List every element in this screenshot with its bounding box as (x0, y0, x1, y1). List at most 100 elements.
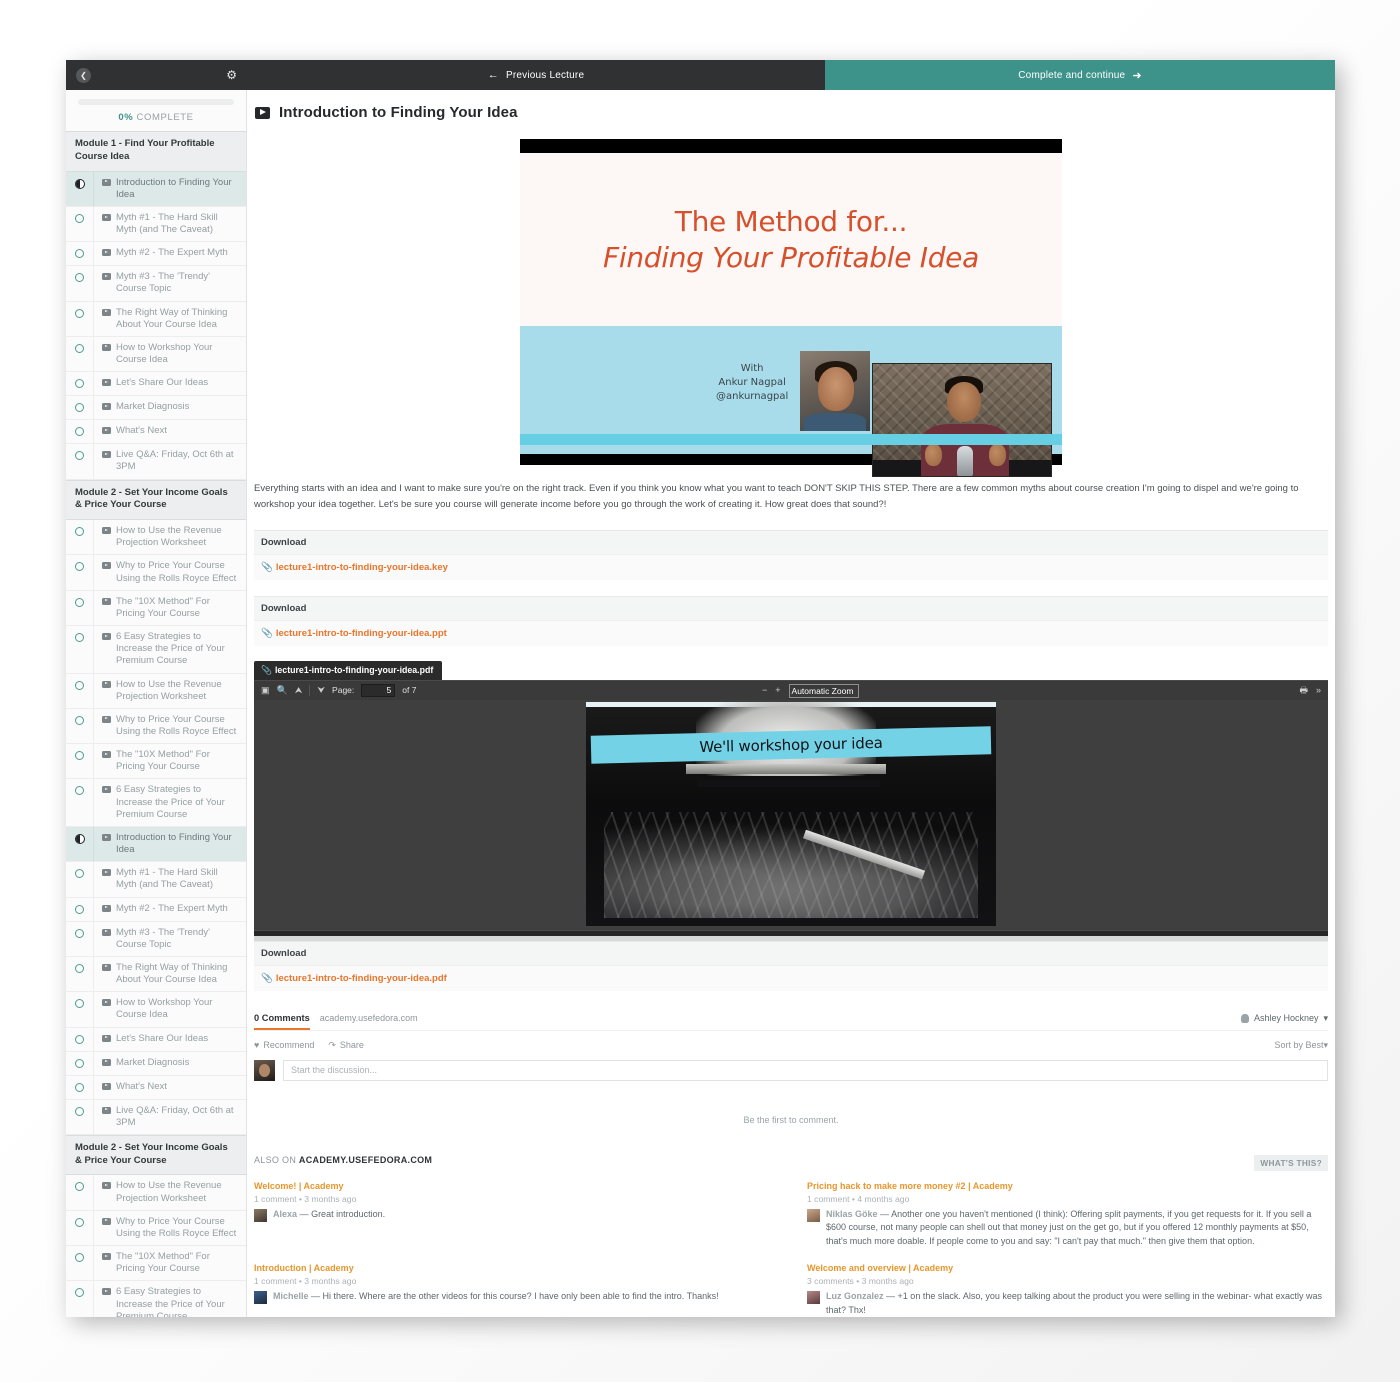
thread-title[interactable]: Pricing hack to make more money #2 | Aca… (807, 1181, 1328, 1191)
download-link-ppt[interactable]: 📎 lecture1-intro-to-finding-your-idea.ppt (254, 619, 1328, 646)
sidebar-lecture-item[interactable]: How to Use the Revenue Projection Worksh… (66, 673, 246, 709)
sidebar-lecture-label: 6 Easy Strategies to Increase the Price … (116, 784, 225, 820)
lecture-status (66, 1281, 94, 1317)
sidebar-lecture-item[interactable]: Market Diagnosis (66, 1051, 246, 1076)
lecture-body: Why to Price Your Course Using the Rolls… (94, 555, 246, 589)
download-link-pdf[interactable]: 📎 lecture1-intro-to-finding-your-idea.pdf (254, 964, 1328, 991)
download-heading: Download (254, 595, 1328, 620)
lecture-status (66, 992, 94, 1027)
sidebar-lecture-item[interactable]: 6 Easy Strategies to Increase the Price … (66, 779, 246, 827)
video-player[interactable]: The Method for... Finding Your Profitabl… (520, 139, 1062, 477)
comment-input[interactable]: Start the discussion... (283, 1059, 1328, 1081)
minus-icon[interactable]: − (762, 686, 767, 695)
pdf-canvas[interactable]: We'll workshop your idea (254, 699, 1328, 930)
sidebar-lecture-item[interactable]: Live Q&A: Friday, Oct 6th at 3PM (66, 1099, 246, 1135)
sidebar-lecture-label: Why to Price Your Course Using the Rolls… (116, 1215, 237, 1239)
recommend-button[interactable]: ♥ Recommend (254, 1040, 314, 1050)
sidebar-lecture-item[interactable]: Introduction to Finding Your Idea (66, 826, 246, 863)
gear-icon[interactable]: ⚙ (226, 69, 237, 81)
sidebar-lecture-item[interactable]: Introduction to Finding Your Idea (66, 171, 246, 207)
sidebar-lecture-item[interactable]: Let's Share Our Ideas (66, 372, 246, 397)
sidebar-lecture-item[interactable]: Myth #3 - The 'Trendy' Course Topic (66, 921, 246, 957)
circle-icon (75, 1034, 84, 1044)
sidebar-lecture-item[interactable]: Why to Price Your Course Using the Rolls… (66, 1210, 246, 1247)
printer-icon[interactable]: 🖶 (1299, 685, 1308, 695)
sidebar-lecture-item[interactable]: Let's Share Our Ideas (66, 1027, 246, 1052)
sidebar-lecture-label: Myth #1 - The Hard Skill Myth (and The C… (116, 867, 218, 891)
video-play-icon (102, 904, 111, 912)
previous-lecture-button[interactable]: ← Previous Lecture (247, 60, 825, 90)
lecture-body: How to Workshop Your Course Idea (94, 337, 246, 371)
avatar (807, 1291, 820, 1305)
video-play-icon (102, 1288, 111, 1296)
sidebar-lecture-item[interactable]: 6 Easy Strategies to Increase the Price … (66, 1281, 246, 1317)
sidebar-lecture-item[interactable]: The "10X Method" For Pricing Your Course (66, 1246, 246, 1282)
whats-this-button[interactable]: WHAT'S THIS? (1254, 1154, 1328, 1171)
arrow-up-icon[interactable]: ⮝ (295, 685, 303, 695)
chevron-down-icon: ▾ (1323, 1039, 1328, 1050)
sidebar-lecture-item[interactable]: The Right Way of Thinking About Your Cou… (66, 956, 246, 993)
sidebar-lecture-item[interactable]: Market Diagnosis (66, 396, 246, 421)
lecture-header: Introduction to Finding Your Idea (247, 90, 1335, 121)
lecture-status (66, 171, 94, 206)
page-number-input[interactable] (361, 683, 396, 697)
disqus-site-link[interactable]: academy.usefedora.com (320, 1013, 418, 1023)
thread-title[interactable]: Welcome and overview | Academy (807, 1263, 1328, 1273)
sidebar-lecture-item[interactable]: 6 Easy Strategies to Increase the Price … (66, 626, 246, 674)
thread-title[interactable]: Introduction | Academy (254, 1263, 775, 1273)
plus-icon[interactable]: + (775, 686, 780, 695)
disqus-comments: 0 Comments academy.usefedora.com Ashley … (254, 1013, 1328, 1317)
sidebar-lecture-item[interactable]: The "10X Method" For Pricing Your Course (66, 590, 246, 627)
sidebar-toggle-icon[interactable]: ▣ (261, 685, 270, 695)
lecture-body: Market Diagnosis (94, 1052, 246, 1074)
lecture-status (66, 301, 94, 336)
sidebar-lecture-item[interactable]: The "10X Method" For Pricing Your Course (66, 744, 246, 780)
download-link-key[interactable]: 📎 lecture1-intro-to-finding-your-idea.key (254, 553, 1328, 580)
pdf-viewer[interactable]: 📎 lecture1-intro-to-finding-your-idea.pdf… (254, 660, 1328, 941)
sidebar-lecture-item[interactable]: Myth #1 - The Hard Skill Myth (and The C… (66, 206, 246, 243)
lecture-body: The "10X Method" For Pricing Your Course (94, 744, 246, 778)
sidebar-lecture-item[interactable]: How to Use the Revenue Projection Worksh… (66, 520, 246, 556)
presenter-headshot (800, 351, 870, 431)
circle-icon (75, 1253, 84, 1263)
share-button[interactable]: ↷ Share (328, 1040, 364, 1051)
video-play-icon (102, 343, 111, 351)
thread-meta: 1 comment • 3 months ago (254, 1193, 357, 1204)
sidebar-lecture-item[interactable]: Myth #2 - The Expert Myth (66, 897, 246, 922)
lecture-body: Introduction to Finding Your Idea (94, 172, 246, 206)
download-heading: Download (254, 940, 1328, 965)
em-dash: — (886, 1291, 896, 1302)
lecture-status (66, 555, 94, 590)
sidebar-lecture-label: Live Q&A: Friday, Oct 6th at 3PM (116, 449, 234, 473)
sidebar-lecture-item[interactable]: Live Q&A: Friday, Oct 6th at 3PM (66, 444, 246, 480)
sidebar-lecture-item[interactable]: How to Workshop Your Course Idea (66, 336, 246, 373)
course-curriculum-sidebar[interactable]: 0% COMPLETE Module 1 - Find Your Profita… (66, 90, 247, 1317)
lecture-body: Introduction to Finding Your Idea (94, 827, 246, 861)
sidebar-lecture-item[interactable]: How to Workshop Your Course Idea (66, 992, 246, 1028)
arrow-down-icon[interactable]: ⮟ (317, 685, 325, 695)
sidebar-lecture-item[interactable]: Myth #1 - The Hard Skill Myth (and The C… (66, 862, 246, 898)
double-chevron-right-icon[interactable]: » (1316, 685, 1321, 695)
sidebar-lecture-item[interactable]: Why to Price Your Course Using the Rolls… (66, 708, 246, 745)
disqus-user-menu[interactable]: Ashley Hockney ▾ (1240, 1013, 1328, 1024)
zoom-select[interactable]: Automatic Zoom (788, 683, 859, 698)
sort-by-dropdown[interactable]: Sort by Best▾ (1274, 1040, 1328, 1051)
thread-body: Great introduction. (311, 1208, 386, 1219)
sidebar-lecture-item[interactable]: Myth #2 - The Expert Myth (66, 242, 246, 267)
sidebar-lecture-item[interactable]: What's Next (66, 420, 246, 445)
sidebar-lecture-item[interactable]: The Right Way of Thinking About Your Cou… (66, 301, 246, 337)
disqus-user-name: Ashley Hockney (1253, 1013, 1319, 1024)
circle-icon (75, 869, 84, 879)
thread-comment-text: Michelle — Hi there. Where are the other… (273, 1290, 719, 1304)
sidebar-lecture-item[interactable]: How to Use the Revenue Projection Worksh… (66, 1175, 246, 1211)
sidebar-lecture-item[interactable]: Myth #3 - The 'Trendy' Course Topic (66, 266, 246, 302)
complete-and-continue-button[interactable]: Complete and continue ➜ (825, 60, 1335, 90)
back-icon[interactable]: ❮ (76, 67, 91, 83)
lecture-body: What's Next (94, 1076, 246, 1098)
video-play-icon (102, 680, 111, 688)
thread-title[interactable]: Welcome! | Academy (254, 1181, 775, 1191)
sidebar-lecture-item[interactable]: What's Next (66, 1075, 246, 1100)
lecture-body: How to Workshop Your Course Idea (94, 992, 246, 1026)
sidebar-lecture-item[interactable]: Why to Price Your Course Using the Rolls… (66, 555, 246, 591)
search-icon[interactable]: 🔍 (277, 685, 288, 695)
